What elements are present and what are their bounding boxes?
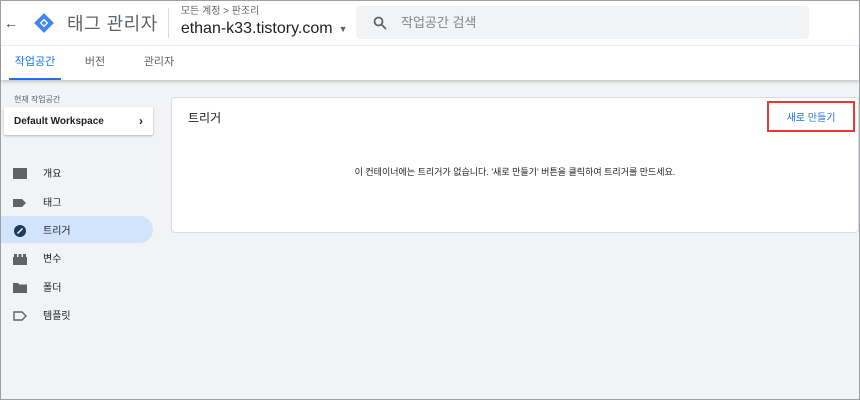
tab-bar: 작업공간 버전 관리자 [1,45,859,80]
trigger-icon [13,224,27,237]
search-icon [373,16,387,30]
back-button[interactable]: ← [3,1,19,45]
variables-icon [13,252,27,265]
card-title: 트리거 [188,111,222,125]
sidebar-item-variables[interactable]: 변수 [1,244,153,271]
template-icon [13,309,27,321]
current-workspace-label: 현재 작업공간 [14,95,61,104]
top-app-bar: ← 태그 관리자 모든 계정 > 판조리 ethan-k33.tistory.c… [1,1,859,45]
arrow-back-icon: ← [4,15,18,31]
workspace-search [356,6,809,39]
tab-versions[interactable]: 버전 [80,46,110,80]
sidebar-item-tags[interactable]: 태그 [1,188,153,215]
overview-icon [13,167,27,179]
workspace-name: Default Workspace [14,115,104,127]
sidebar-item-label: 트리거 [43,226,71,237]
tab-admin[interactable]: 관리자 [139,46,179,80]
header-divider [167,8,169,38]
sidebar-item-triggers[interactable]: 트리거 [1,216,153,243]
sidebar-item-label: 태그 [43,198,62,209]
app-title: 태그 관리자 [67,14,158,34]
tag-icon [13,196,27,208]
sidebar-item-label: 템플릿 [43,311,71,322]
sidebar-item-label: 폴더 [43,283,62,294]
sidebar-item-templates[interactable]: 템플릿 [1,301,153,328]
sidebar-item-label: 변수 [43,254,62,265]
container-name: ethan-k33.tistory.com [180,20,333,37]
folder-icon [13,281,27,293]
container-selector[interactable]: 모든 계정 > 판조리 ethan-k33.tistory.com ▼ [181,6,348,40]
sidebar-item-overview[interactable]: 개요 [1,159,153,186]
workspace-selector[interactable]: Default Workspace › [4,107,153,135]
tag-manager-logo-icon [33,12,55,34]
triggers-card: 트리거 새로 만들기 이 컨테이너에는 트리거가 없습니다. '새로 만들기' … [171,97,859,233]
account-breadcrumb: 모든 계정 > 판조리 [180,6,260,17]
chevron-right-icon: › [139,114,143,128]
search-input[interactable] [401,15,781,30]
tab-workspace[interactable]: 작업공간 [9,46,61,80]
caret-down-icon: ▼ [338,24,348,34]
empty-state-message: 이 컨테이너에는 트리거가 없습니다. '새로 만들기' 버튼을 클릭하여 트리… [354,167,676,177]
new-trigger-button[interactable]: 새로 만들기 [767,101,855,132]
sidebar-item-folders[interactable]: 폴더 [1,273,153,300]
sidebar-item-label: 개요 [43,169,62,180]
